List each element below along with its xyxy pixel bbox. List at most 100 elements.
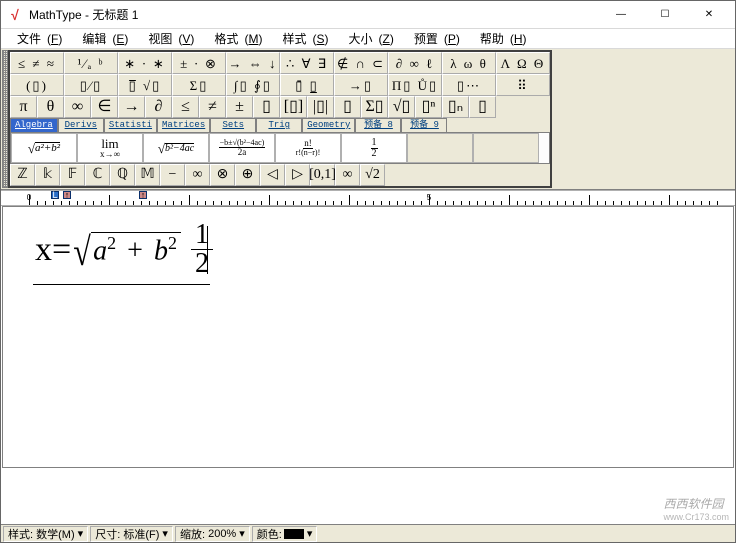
palette3-btn-0[interactable]: π (10, 96, 37, 118)
status-size[interactable]: 尺寸: 标准(F) ▾ (90, 526, 173, 542)
palette3-btn-13[interactable]: Σ▯ (361, 96, 388, 118)
maximize-button[interactable]: ☐ (643, 2, 687, 28)
menu-help[interactable]: 帮助(H) (468, 28, 533, 49)
template-sqrt-ab[interactable]: √a²+b² (11, 133, 77, 163)
palette2-btn-6[interactable]: →▯ (334, 74, 388, 96)
tab-预备-8[interactable]: 预备 8 (355, 118, 401, 132)
palette1-btn-7[interactable]: ∂ ∞ ℓ (388, 52, 442, 74)
tab-预备-9[interactable]: 预备 9 (401, 118, 447, 132)
symrow-btn-14[interactable]: √2 (360, 164, 385, 186)
palette1-btn-1[interactable]: ¹⁄ₐ ᵇ (64, 52, 118, 74)
palette3-btn-16[interactable]: ▯ₙ (442, 96, 469, 118)
ruler[interactable]: L ↑ ↑ 05 (1, 190, 735, 206)
symrow-btn-9[interactable]: ⊕ (235, 164, 260, 186)
palette3-btn-12[interactable]: ▯ (334, 96, 361, 118)
menu-size[interactable]: 大小(Z) (336, 28, 399, 49)
palette3-btn-14[interactable]: √▯ (388, 96, 415, 118)
template-quadratic[interactable]: −b±√(b²−4ac)2a (209, 133, 275, 163)
symbol-row-1: ≤ ≠ ≈¹⁄ₐ ᵇ∗ ∙ ∗± ∙ ⊗→ ⇔ ↓∴ ∀ ∃∉ ∩ ⊂∂ ∞ ℓ… (10, 52, 550, 74)
palette2-btn-5[interactable]: ▯̄ ▯̲ (280, 74, 334, 96)
palette3-btn-5[interactable]: ∂ (145, 96, 172, 118)
palette3-btn-4[interactable]: → (118, 96, 145, 118)
symrow-btn-13[interactable]: ∞ (335, 164, 360, 186)
menu-edit[interactable]: 编辑(E) (70, 28, 134, 49)
palette1-btn-9[interactable]: Λ Ω Θ (496, 52, 550, 74)
palette2-btn-3[interactable]: Σ▯ (172, 74, 226, 96)
palette1-btn-2[interactable]: ∗ ∙ ∗ (118, 52, 172, 74)
symrow-btn-12[interactable]: [0,1] (310, 164, 335, 186)
palette2-btn-4[interactable]: ∫▯ ∮▯ (226, 74, 280, 96)
palette3-btn-8[interactable]: ± (226, 96, 253, 118)
equation-editor[interactable]: x= √ a2 + b2 1 2 (2, 206, 734, 468)
palette1-btn-0[interactable]: ≤ ≠ ≈ (10, 52, 64, 74)
window-controls: — ☐ ✕ (599, 2, 731, 28)
palette1-btn-6[interactable]: ∉ ∩ ⊂ (334, 52, 388, 74)
palette2-btn-9[interactable]: ⠿ (496, 74, 550, 96)
template-one-half[interactable]: 12 (341, 133, 407, 163)
palette2-btn-7[interactable]: Π▯ Ů▯ (388, 74, 442, 96)
template-combination[interactable]: n!r!(n−r)! (275, 133, 341, 163)
palette2-btn-0[interactable]: (▯) (10, 74, 64, 96)
ruler-marker-T1[interactable]: ↑ (63, 191, 71, 199)
symrow-btn-4[interactable]: ℚ (110, 164, 135, 186)
radicand: a2 + b2 (91, 232, 181, 267)
symrow-btn-0[interactable]: ℤ (10, 164, 35, 186)
palette3-btn-11[interactable]: |▯| (307, 96, 334, 118)
menu-view[interactable]: 视图(V) (136, 28, 200, 49)
palette3-btn-2[interactable]: ∞ (64, 96, 91, 118)
ruler-marker-L[interactable]: L (51, 191, 59, 199)
tab-statisti[interactable]: Statisti (104, 118, 157, 132)
symbol-row-bottom: ℤ𝕜𝔽ℂℚ𝕄−∞⊗⊕◁▷[0,1]∞√2 (10, 164, 550, 186)
close-button[interactable]: ✕ (687, 2, 731, 28)
menu-prefs[interactable]: 预置(P) (402, 28, 466, 49)
ruler-label: 0 (27, 193, 31, 202)
symrow-btn-1[interactable]: 𝕜 (35, 164, 60, 186)
template-discriminant[interactable]: √b²−4ac (143, 133, 209, 163)
status-color[interactable]: 颜色: ▾ (252, 526, 318, 542)
equation-display: x= √ a2 + b2 1 2 (33, 217, 210, 285)
tab-sets[interactable]: Sets (210, 118, 256, 132)
text-cursor (207, 226, 209, 274)
tab-matrices[interactable]: Matrices (157, 118, 210, 132)
symrow-btn-6[interactable]: − (160, 164, 185, 186)
template-limit[interactable]: limx→∞ (77, 133, 143, 163)
palette1-btn-4[interactable]: → ⇔ ↓ (226, 52, 280, 74)
template-empty-2[interactable] (473, 133, 539, 163)
template-empty-1[interactable] (407, 133, 473, 163)
tab-algebra[interactable]: Algebra (10, 118, 58, 132)
symrow-btn-5[interactable]: 𝕄 (135, 164, 160, 186)
status-zoom[interactable]: 缩放: 200% ▾ (175, 526, 250, 542)
palette1-btn-8[interactable]: λ ω θ (442, 52, 496, 74)
symrow-btn-7[interactable]: ∞ (185, 164, 210, 186)
palette2-btn-2[interactable]: ▯̅ √▯ (118, 74, 172, 96)
ruler-marker-T2[interactable]: ↑ (139, 191, 147, 199)
palette3-btn-3[interactable]: ∈ (91, 96, 118, 118)
menu-format[interactable]: 格式(M) (202, 28, 268, 49)
titlebar: √ MathType - 无标题 1 — ☐ ✕ (1, 1, 735, 29)
palette3-btn-17[interactable]: ▯ (469, 96, 496, 118)
tab-geometry[interactable]: Geometry (302, 118, 355, 132)
symbol-palette: ≤ ≠ ≈¹⁄ₐ ᵇ∗ ∙ ∗± ∙ ⊗→ ⇔ ↓∴ ∀ ∃∉ ∩ ⊂∂ ∞ ℓ… (8, 50, 552, 188)
tab-derivs[interactable]: Derivs (58, 118, 104, 132)
symrow-btn-8[interactable]: ⊗ (210, 164, 235, 186)
symrow-btn-2[interactable]: 𝔽 (60, 164, 85, 186)
palette3-btn-15[interactable]: ▯ⁿ (415, 96, 442, 118)
menu-style[interactable]: 样式(S) (270, 28, 334, 49)
symrow-btn-10[interactable]: ◁ (260, 164, 285, 186)
palette3-btn-1[interactable]: θ (37, 96, 64, 118)
menu-file[interactable]: 文件(F) (5, 28, 68, 49)
palette2-btn-8[interactable]: ▯⋯ (442, 74, 496, 96)
symrow-btn-11[interactable]: ▷ (285, 164, 310, 186)
minimize-button[interactable]: — (599, 2, 643, 28)
palette3-btn-9[interactable]: ▯ (253, 96, 280, 118)
palette2-btn-1[interactable]: ▯⁄▯ (64, 74, 118, 96)
symrow-btn-3[interactable]: ℂ (85, 164, 110, 186)
palette1-btn-3[interactable]: ± ∙ ⊗ (172, 52, 226, 74)
statusbar: 样式: 数学(M) ▾ 尺寸: 标准(F) ▾ 缩放: 200% ▾ 颜色: ▾ (1, 524, 735, 542)
palette3-btn-10[interactable]: [▯] (280, 96, 307, 118)
palette1-btn-5[interactable]: ∴ ∀ ∃ (280, 52, 334, 74)
status-style[interactable]: 样式: 数学(M) ▾ (3, 526, 88, 542)
palette3-btn-6[interactable]: ≤ (172, 96, 199, 118)
palette3-btn-7[interactable]: ≠ (199, 96, 226, 118)
tab-trig[interactable]: Trig (256, 118, 302, 132)
